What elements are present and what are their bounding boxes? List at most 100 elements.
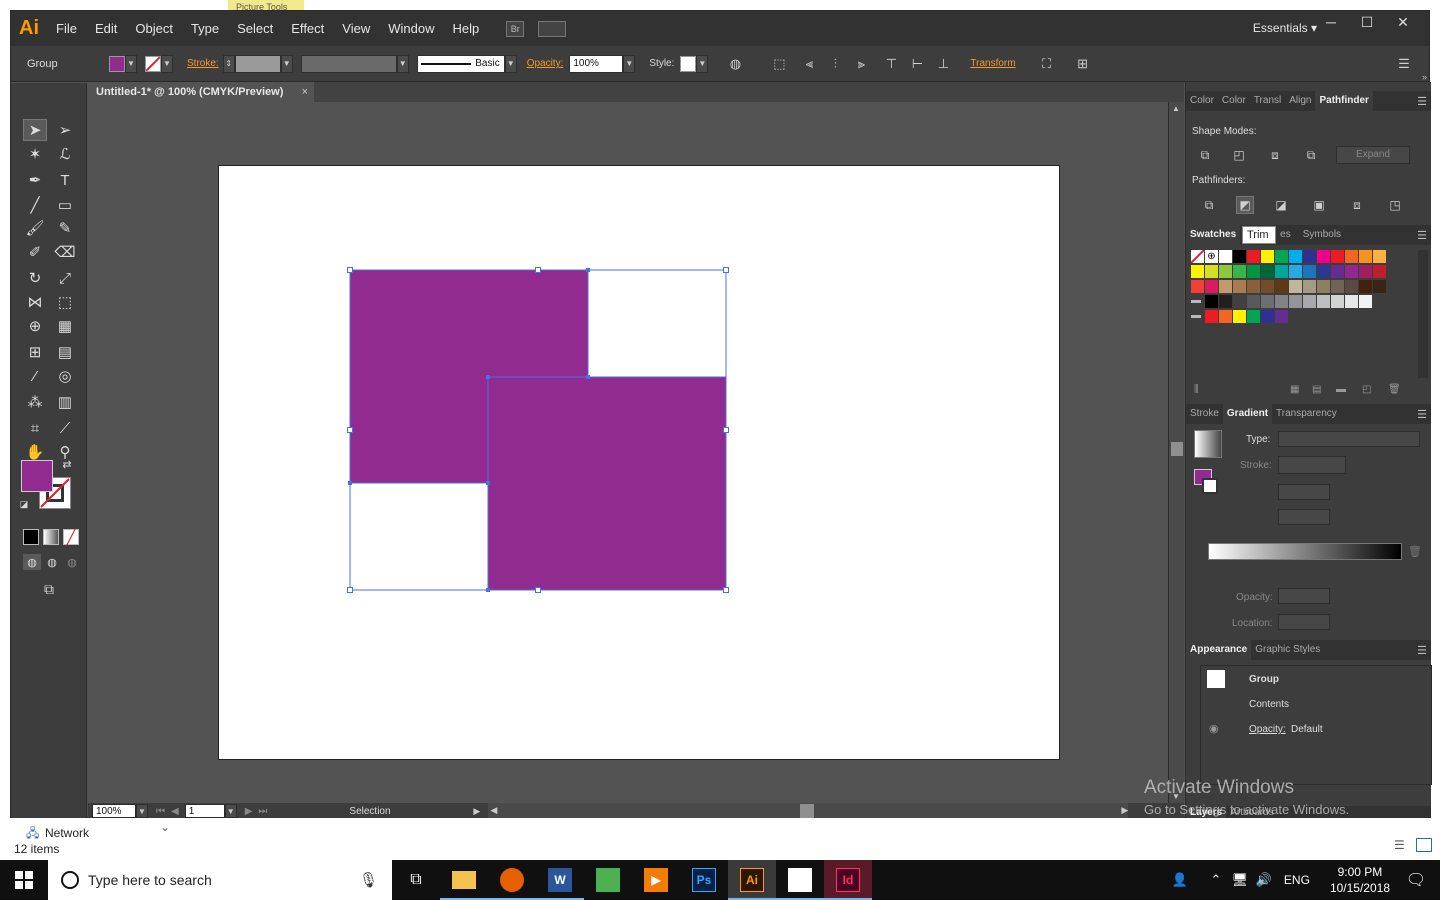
opacity-dropdown[interactable]: ▼ [623, 54, 636, 73]
scale-tool-icon[interactable]: ⤢ [53, 267, 77, 289]
color-swatch[interactable] [1331, 250, 1344, 263]
photos-button[interactable] [776, 860, 824, 900]
workspace-switcher[interactable]: Essentials ▾ [1253, 11, 1317, 46]
color-swatch[interactable] [1303, 250, 1316, 263]
language-indicator[interactable]: ENG [1284, 873, 1310, 887]
gradient-slider[interactable] [1208, 543, 1402, 560]
transform-options-icon[interactable]: ⊞ [1070, 56, 1096, 72]
color-swatch[interactable] [1317, 265, 1330, 278]
illustrator-button[interactable]: Ai [728, 860, 776, 900]
selection-tool-icon[interactable]: ➤ [23, 119, 47, 141]
start-button[interactable] [0, 860, 48, 900]
stroke-weight-field[interactable] [234, 54, 281, 73]
gradient-mode-icon[interactable] [43, 529, 59, 545]
color-swatch[interactable] [1219, 250, 1232, 263]
pencil-tool-icon[interactable]: ✎ [53, 217, 77, 239]
artboard-number-field[interactable]: 1 [184, 804, 225, 818]
network-label[interactable]: Network [45, 826, 89, 840]
zoom-field[interactable]: 100% [92, 804, 136, 818]
gradient-location-field[interactable] [1278, 614, 1330, 630]
color-swatch[interactable] [1247, 295, 1260, 308]
fill-swatch[interactable] [21, 460, 53, 492]
tab-pathfinder[interactable]: Pathfinder [1315, 91, 1373, 111]
isolate-group-icon[interactable]: ⛶ [1034, 56, 1060, 72]
color-swatch[interactable] [1219, 295, 1232, 308]
tab-transparency[interactable]: Transparency [1272, 404, 1341, 424]
swatches-menu-icon[interactable]: ☰ [1417, 229, 1427, 242]
gradient-opacity-field[interactable] [1278, 588, 1330, 604]
recolor-artwork-icon[interactable]: ◍ [722, 56, 748, 72]
color-swatch[interactable] [1345, 250, 1358, 263]
next-artboard-icon[interactable]: ▶ [245, 806, 253, 817]
color-swatch[interactable] [1205, 265, 1218, 278]
graphic-style-swatch[interactable] [680, 55, 697, 72]
brush-dropdown[interactable]: ▼ [504, 54, 517, 73]
exclude-icon[interactable]: ⧉ [1302, 146, 1320, 164]
stroke-gradient-options[interactable] [1278, 456, 1346, 474]
color-swatch[interactable] [1261, 265, 1274, 278]
media-player-button[interactable]: ▶ [632, 860, 680, 900]
color-swatch[interactable] [1261, 310, 1274, 323]
color-swatch[interactable] [1233, 265, 1246, 278]
color-swatch[interactable] [1303, 295, 1316, 308]
picture-tools-tab[interactable]: Picture Tools [228, 0, 304, 10]
eyedropper-tool-icon[interactable]: ⁄ [23, 365, 47, 387]
new-color-group-icon[interactable]: ▬ [1336, 384, 1346, 395]
control-menu-icon[interactable]: ☰ [1391, 56, 1417, 72]
minus-back-icon[interactable]: ◳ [1386, 196, 1404, 214]
slice-tool-icon[interactable]: ⟋ [53, 417, 77, 439]
chevron-up-icon[interactable]: ⌃ [1204, 872, 1228, 888]
column-graph-tool-icon[interactable]: ▥ [53, 391, 77, 413]
none-swatch[interactable] [1190, 249, 1205, 264]
appearance-contents-row[interactable]: Contents [1249, 699, 1289, 710]
taskbar-search-box[interactable]: Type here to search 🎙 [48, 860, 392, 900]
line-tool-icon[interactable]: ╱ [23, 194, 47, 216]
variable-width-field[interactable] [300, 54, 397, 73]
color-swatch[interactable] [1233, 250, 1246, 263]
word-button[interactable]: W [536, 860, 584, 900]
variable-width-dropdown[interactable]: ▼ [396, 54, 409, 73]
scroll-left-icon[interactable]: ◀ [490, 805, 497, 816]
align-bottom-icon[interactable]: ⊥ [930, 56, 956, 72]
fill-dropdown[interactable]: ▼ [125, 54, 137, 73]
horizontal-scroll-thumb[interactable] [800, 804, 815, 818]
tab-gradient[interactable]: Gradient [1222, 404, 1273, 424]
show-kinds-icon[interactable]: ▦ [1290, 384, 1299, 395]
bridge-button[interactable]: Br [506, 20, 525, 37]
draw-normal-icon[interactable]: ◍ [23, 554, 41, 570]
color-swatch[interactable] [1219, 280, 1232, 293]
color-swatch[interactable] [1247, 265, 1260, 278]
magic-wand-tool-icon[interactable]: ✶ [23, 143, 47, 165]
color-swatch[interactable] [1359, 250, 1372, 263]
color-swatch[interactable] [1359, 280, 1372, 293]
tab-swatches[interactable]: Swatches [1186, 225, 1241, 245]
align-right-icon[interactable]: ⫸ [848, 56, 874, 72]
align-to-icon[interactable]: ⬚ [766, 56, 792, 72]
align-middle-icon[interactable]: ⊢ [904, 56, 930, 72]
stroke-weight-stepper[interactable]: ⇕ [222, 54, 235, 73]
microphone-icon[interactable]: 🎙 [359, 871, 378, 889]
color-swatch[interactable] [1345, 280, 1358, 293]
mesh-tool-icon[interactable]: ⊞ [23, 341, 47, 363]
tab-symbols[interactable]: Symbols [1299, 225, 1345, 245]
close-button[interactable]: ✕ [1385, 11, 1421, 33]
stroke-link[interactable]: Stroke: [187, 58, 219, 69]
color-group-folder-icon[interactable]: ▬ [1191, 310, 1204, 323]
color-swatch[interactable] [1303, 280, 1316, 293]
color-swatch[interactable] [1275, 295, 1288, 308]
menu-window[interactable]: Window [379, 11, 443, 46]
color-group-folder-icon[interactable]: ▬ [1191, 295, 1204, 308]
appearance-menu-icon[interactable]: ☰ [1417, 644, 1427, 657]
color-swatch[interactable] [1205, 310, 1218, 323]
color-swatch[interactable] [1261, 295, 1274, 308]
fill-color-swatch[interactable] [109, 55, 125, 72]
color-swatch[interactable] [1345, 295, 1358, 308]
color-swatch[interactable] [1247, 310, 1260, 323]
details-view-icon[interactable]: ☰ [1394, 838, 1405, 852]
rotate-tool-icon[interactable]: ↻ [23, 267, 47, 289]
color-swatch[interactable] [1373, 250, 1386, 263]
direct-selection-tool-icon[interactable]: ➢ [53, 119, 77, 141]
tab-transform[interactable]: Transl [1250, 91, 1285, 111]
artboard-tool-icon[interactable]: ⌗ [23, 417, 47, 439]
last-artboard-icon[interactable]: ⏭ [258, 806, 267, 817]
